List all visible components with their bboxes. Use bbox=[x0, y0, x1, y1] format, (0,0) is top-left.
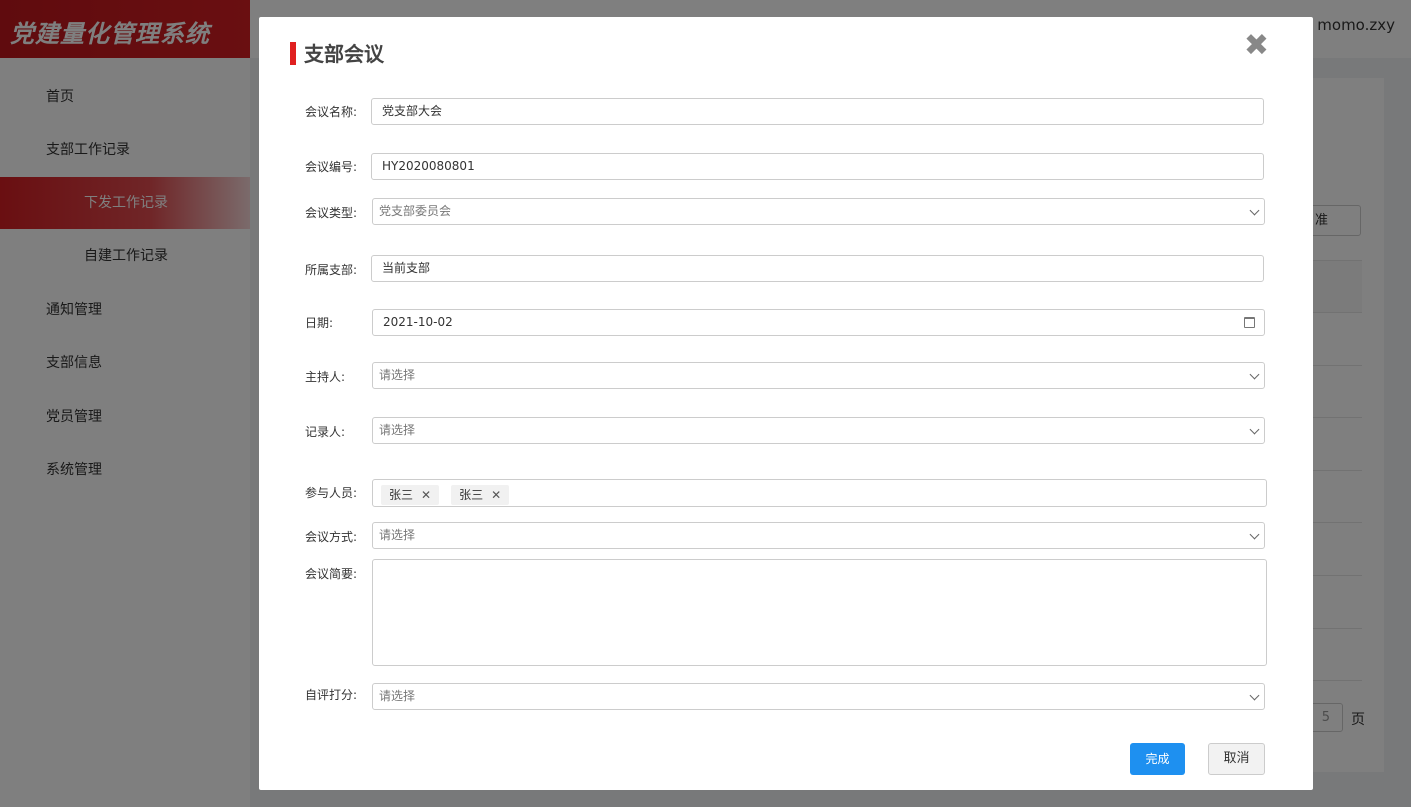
host-value: 请选择 bbox=[379, 368, 416, 382]
calendar-icon[interactable] bbox=[1244, 317, 1255, 328]
score-select[interactable]: 请选择 bbox=[372, 683, 1265, 710]
meeting-name-label: 会议名称: bbox=[305, 105, 358, 119]
meeting-number-input[interactable]: HY2020080801 bbox=[371, 153, 1264, 180]
summary-label: 会议简要: bbox=[305, 567, 358, 581]
meeting-type-select[interactable]: 党支部委员会 bbox=[372, 198, 1265, 225]
cancel-button[interactable]: 取消 bbox=[1208, 743, 1265, 775]
recorder-select[interactable]: 请选择 bbox=[372, 417, 1265, 444]
meeting-number-label: 会议编号: bbox=[305, 160, 358, 174]
branch-input[interactable]: 当前支部 bbox=[371, 255, 1264, 282]
host-select[interactable]: 请选择 bbox=[372, 362, 1265, 389]
participants-label: 参与人员: bbox=[305, 486, 358, 500]
date-value: 2021-10-02 bbox=[383, 315, 453, 329]
tag-label: 张三 bbox=[459, 488, 484, 502]
chevron-down-icon bbox=[1249, 529, 1260, 540]
participant-tag: 张三 ✕ bbox=[381, 485, 440, 505]
score-label: 自评打分: bbox=[305, 688, 358, 702]
date-picker[interactable]: 2021-10-02 bbox=[372, 309, 1265, 336]
score-value: 请选择 bbox=[379, 689, 416, 703]
method-value: 请选择 bbox=[379, 528, 416, 542]
chevron-down-icon bbox=[1249, 369, 1260, 380]
chevron-down-icon bbox=[1249, 205, 1260, 216]
recorder-label: 记录人: bbox=[305, 425, 346, 439]
tag-label: 张三 bbox=[389, 488, 414, 502]
close-icon[interactable]: ✕ bbox=[491, 488, 501, 502]
title-accent bbox=[290, 42, 296, 65]
close-icon[interactable]: ✖ bbox=[1244, 31, 1269, 61]
participants-select[interactable]: 张三 ✕ 张三 ✕ bbox=[372, 479, 1267, 507]
meeting-name-input[interactable]: 党支部大会 bbox=[371, 98, 1264, 125]
meeting-dialog: 支部会议 ✖ 会议名称: 党支部大会 会议编号: HY2020080801 会议… bbox=[259, 17, 1313, 790]
confirm-button[interactable]: 完成 bbox=[1130, 743, 1185, 775]
branch-label: 所属支部: bbox=[305, 263, 358, 277]
meeting-type-label: 会议类型: bbox=[305, 206, 358, 220]
close-icon[interactable]: ✕ bbox=[421, 488, 431, 502]
participant-tag: 张三 ✕ bbox=[451, 485, 510, 505]
method-select[interactable]: 请选择 bbox=[372, 522, 1265, 549]
host-label: 主持人: bbox=[305, 370, 346, 384]
recorder-value: 请选择 bbox=[379, 423, 416, 437]
method-label: 会议方式: bbox=[305, 530, 358, 544]
meeting-type-value: 党支部委员会 bbox=[379, 204, 452, 218]
date-label: 日期: bbox=[305, 316, 334, 330]
summary-textarea[interactable] bbox=[372, 559, 1267, 666]
chevron-down-icon bbox=[1249, 424, 1260, 435]
chevron-down-icon bbox=[1249, 690, 1260, 701]
dialog-title: 支部会议 bbox=[304, 42, 384, 66]
